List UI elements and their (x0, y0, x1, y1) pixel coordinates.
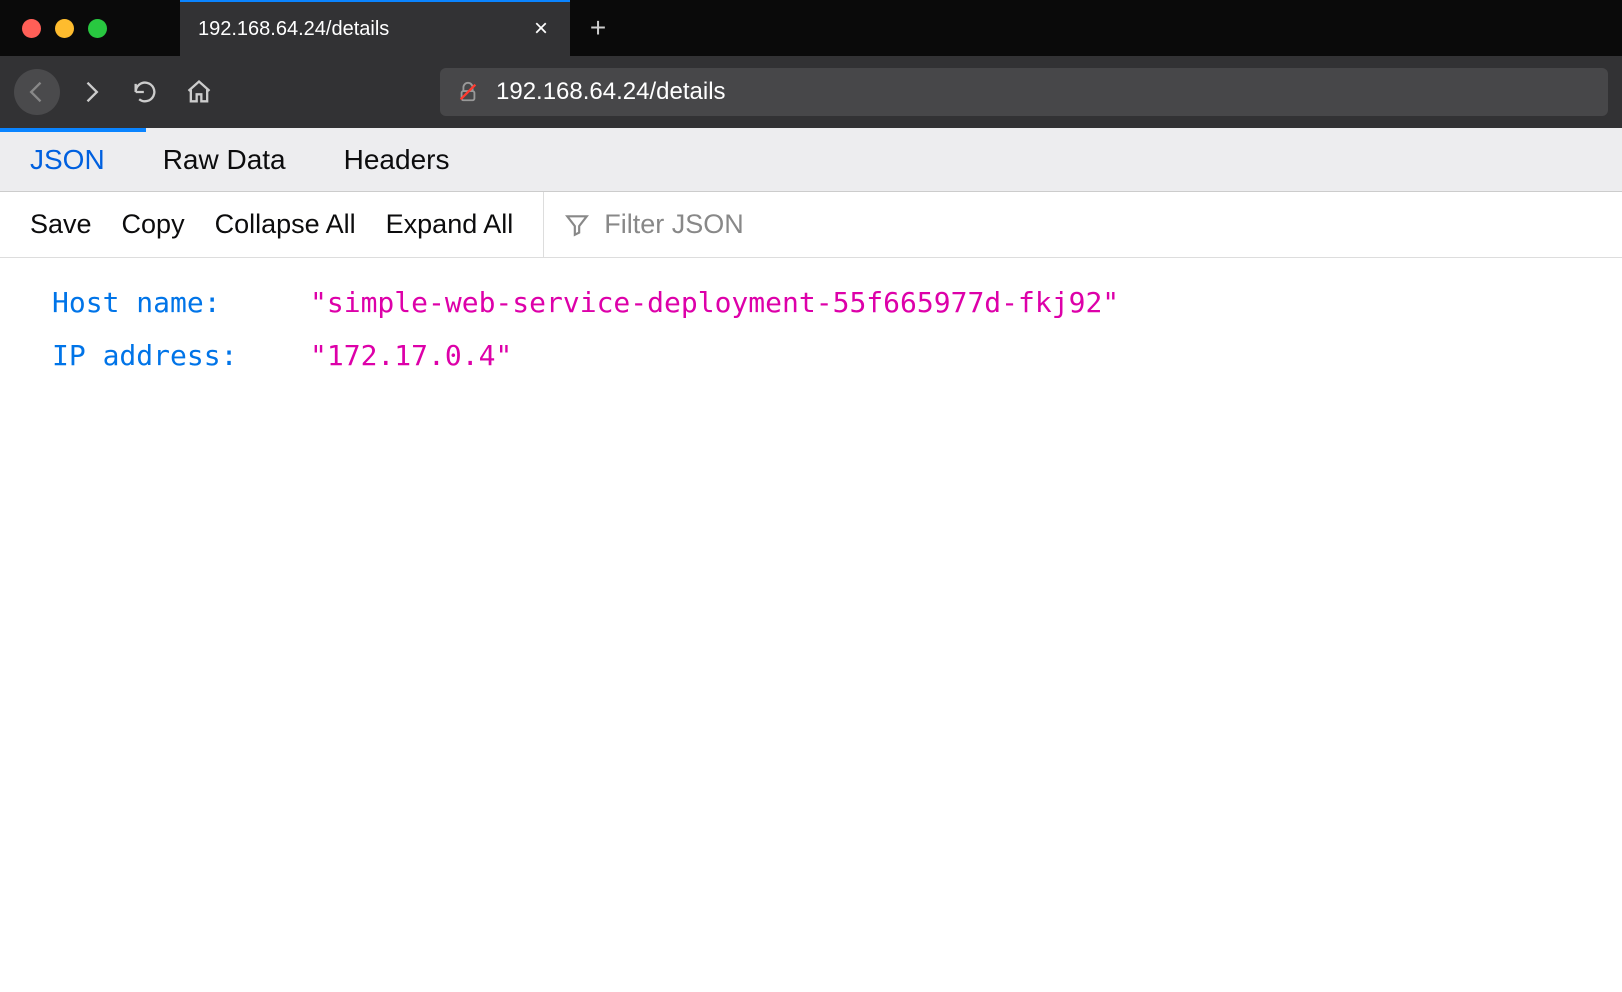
json-toolbar: Save Copy Collapse All Expand All (0, 192, 1622, 258)
close-tab-icon[interactable]: × (530, 15, 552, 43)
active-tab-indicator (0, 128, 146, 132)
tab-raw-data[interactable]: Raw Data (163, 128, 286, 191)
json-key[interactable]: IP address: (52, 329, 310, 382)
reload-button[interactable] (122, 69, 168, 115)
window-close-button[interactable] (22, 19, 41, 38)
browser-tab[interactable]: 192.168.64.24/details × (180, 0, 570, 56)
json-row: Host name: "simple-web-service-deploymen… (52, 276, 1570, 329)
navbar: 192.168.64.24/details (0, 56, 1622, 128)
arrow-right-icon (77, 78, 105, 106)
filter-input[interactable] (604, 209, 904, 240)
tab-json[interactable]: JSON (30, 128, 105, 191)
tab-title: 192.168.64.24/details (198, 18, 530, 41)
filter-icon (564, 212, 590, 238)
json-value[interactable]: "simple-web-service-deployment-55f665977… (310, 276, 1119, 329)
save-button[interactable]: Save (30, 209, 92, 240)
filter-box (543, 192, 904, 257)
home-button[interactable] (176, 69, 222, 115)
forward-button[interactable] (68, 69, 114, 115)
window-controls (0, 0, 180, 56)
window-maximize-button[interactable] (88, 19, 107, 38)
url-bar[interactable]: 192.168.64.24/details (440, 68, 1608, 116)
titlebar: 192.168.64.24/details × + (0, 0, 1622, 56)
tab-strip: 192.168.64.24/details × + (180, 0, 1622, 56)
json-viewer: Host name: "simple-web-service-deploymen… (0, 258, 1622, 400)
url-text: 192.168.64.24/details (496, 78, 726, 106)
json-value[interactable]: "172.17.0.4" (310, 329, 512, 382)
json-row: IP address: "172.17.0.4" (52, 329, 1570, 382)
collapse-all-button[interactable]: Collapse All (215, 209, 356, 240)
home-icon (185, 78, 213, 106)
back-button[interactable] (14, 69, 60, 115)
insecure-connection-icon (456, 80, 480, 104)
tab-headers[interactable]: Headers (344, 128, 450, 191)
new-tab-button[interactable]: + (570, 0, 626, 56)
expand-all-button[interactable]: Expand All (386, 209, 514, 240)
json-key[interactable]: Host name: (52, 276, 310, 329)
copy-button[interactable]: Copy (122, 209, 185, 240)
arrow-left-icon (23, 78, 51, 106)
window-minimize-button[interactable] (55, 19, 74, 38)
reload-icon (131, 78, 159, 106)
view-tabs: JSON Raw Data Headers (0, 128, 1622, 192)
